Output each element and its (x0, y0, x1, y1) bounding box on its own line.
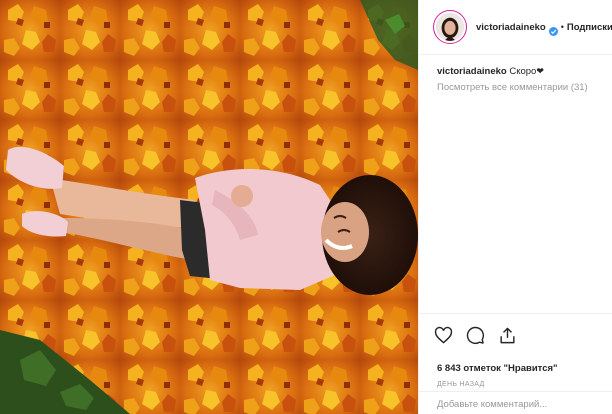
post-timestamp: ДЕНЬ НАЗАД (437, 381, 485, 388)
avatar-image (436, 13, 464, 41)
caption-username[interactable]: victoriadaineko (437, 66, 507, 77)
post-photo[interactable] (0, 0, 418, 414)
verified-badge-icon (548, 23, 558, 36)
share-icon[interactable] (498, 326, 517, 345)
comment-form (419, 391, 612, 414)
heart-icon[interactable] (434, 326, 453, 345)
avatar[interactable] (433, 10, 467, 44)
autumn-leaves-photo (0, 0, 418, 414)
header-username[interactable]: victoriadaineko (476, 22, 546, 33)
likes-count[interactable]: 6 843 отметок "Нравится" (437, 363, 558, 374)
following-button[interactable]: Подписки (567, 22, 612, 33)
instagram-post: victoriadaineko • Подписки victoriadaine… (0, 0, 612, 414)
comment-bubble-icon[interactable] (466, 326, 485, 345)
post-header: victoriadaineko • Подписки (419, 0, 612, 55)
comment-input[interactable] (437, 396, 602, 412)
post-sidebar: victoriadaineko • Подписки victoriadaine… (418, 0, 612, 414)
action-icons (434, 326, 517, 345)
header-separator: • (560, 22, 564, 32)
post-actions: 6 843 отметок "Нравится" ДЕНЬ НАЗАД (419, 313, 612, 414)
view-all-comments-link[interactable]: Посмотреть все комментарии (31) (437, 82, 588, 93)
caption-text: Скоро (509, 66, 537, 77)
post-caption: victoriadaineko Скоро❤ (437, 65, 607, 78)
caption-heart-emoji: ❤ (536, 66, 544, 76)
